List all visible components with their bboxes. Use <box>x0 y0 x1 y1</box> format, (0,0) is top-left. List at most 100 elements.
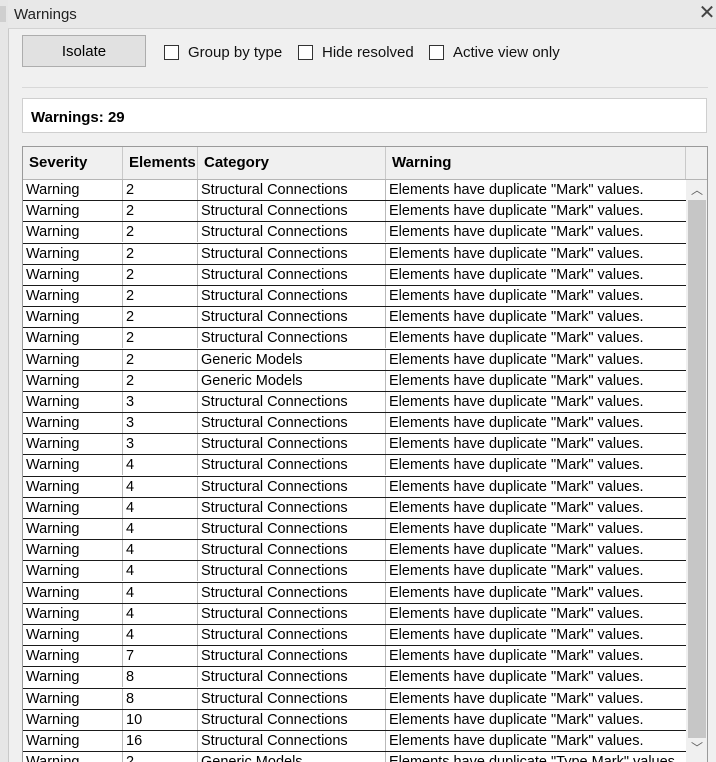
elements-cell: 4 <box>123 455 198 476</box>
column-header-severity[interactable]: Severity <box>23 147 123 179</box>
hide-resolved-checkbox[interactable]: Hide resolved <box>298 42 414 62</box>
table-row[interactable]: Warning 2 Structural Connections Elements h… <box>23 201 686 223</box>
severity-cell: Warning <box>23 603 123 624</box>
column-header-warning[interactable]: Warning <box>386 147 686 179</box>
table-row[interactable]: Warning 16 Structural Connections Elements … <box>23 730 686 753</box>
table-row[interactable]: Warning 4 Structural Connections Elements h… <box>23 540 686 562</box>
elements-cell: 8 <box>123 667 198 688</box>
severity-cell: Warning <box>23 752 123 762</box>
category-cell: Structural Connections <box>198 201 386 222</box>
category-cell: Structural Connections <box>198 497 386 518</box>
warning-cell: Elements have duplicate "Mark" values. <box>389 309 644 326</box>
scroll-down-icon[interactable]: ﹀ <box>686 738 707 758</box>
column-header-category[interactable]: Category <box>198 147 386 179</box>
left-panel-edge <box>0 0 9 762</box>
group-by-type-checkbox[interactable]: Group by type <box>164 42 282 62</box>
severity-cell: Warning <box>23 497 123 518</box>
panel-edge-handle <box>0 6 6 22</box>
category-cell: Structural Connections <box>198 624 386 645</box>
category-cell: Structural Connections <box>198 285 386 306</box>
warning-cell: Elements have duplicate "Mark" values. <box>389 245 644 262</box>
elements-cell: 4 <box>123 582 198 603</box>
elements-cell: 4 <box>123 476 198 497</box>
scrollbar-thumb[interactable] <box>688 200 706 738</box>
checkbox-icon <box>429 44 444 60</box>
category-cell: Structural Connections <box>198 667 386 688</box>
table-row[interactable]: Warning 2 Structural Connections Elements h… <box>23 264 686 286</box>
elements-cell: 2 <box>123 307 198 328</box>
table-row[interactable]: Warning 2 Structural Connections Elements h… <box>23 328 686 350</box>
severity-cell: Warning <box>23 201 123 222</box>
warning-cell: Elements have duplicate "Mark" values. <box>389 436 644 453</box>
warning-cell: Elements have duplicate "Mark" values. <box>389 415 644 432</box>
elements-cell: 7 <box>123 646 198 667</box>
warning-cell: Elements have duplicate "Mark" values. <box>389 203 644 220</box>
column-header-elements[interactable]: Elements <box>123 147 198 179</box>
table-row[interactable]: Warning 3 Structural Connections Elements h… <box>23 413 686 435</box>
severity-cell: Warning <box>23 349 123 370</box>
vertical-scrollbar[interactable]: ︿ ﹀ <box>686 180 707 762</box>
table-row[interactable]: Warning 8 Structural Connections Elements h… <box>23 688 686 710</box>
table-row[interactable]: Warning 2 Structural Connections Elements h… <box>23 180 686 202</box>
table-row[interactable]: Warning 7 Structural Connections Elements h… <box>23 646 686 668</box>
severity-cell: Warning <box>23 667 123 688</box>
elements-cell: 2 <box>123 370 198 391</box>
table-row[interactable]: Warning 4 Structural Connections Elements h… <box>23 603 686 625</box>
category-cell: Structural Connections <box>198 603 386 624</box>
table-row[interactable]: Warning 4 Structural Connections Elements h… <box>23 624 686 647</box>
category-cell: Structural Connections <box>198 391 386 412</box>
table-row[interactable]: Warning2Generic ModelsElements have dupl… <box>23 370 686 392</box>
elements-cell: 3 <box>123 413 198 434</box>
window-title: Warnings <box>14 6 77 23</box>
table-row[interactable]: Warning 3 Structural Connections Elements h… <box>23 391 686 414</box>
close-icon[interactable]: ✕ <box>698 2 716 24</box>
category-cell: Structural Connections <box>198 455 386 476</box>
severity-cell: Warning <box>23 180 123 200</box>
warning-cell: Elements have duplicate "Mark" values. <box>389 372 644 389</box>
table-row[interactable]: Warning 4 Structural Connections Elements h… <box>23 455 686 477</box>
isolate-button[interactable]: Isolate <box>22 35 146 67</box>
elements-cell: 2 <box>123 752 198 762</box>
severity-cell: Warning <box>23 709 123 730</box>
warning-cell: Elements have duplicate "Mark" values. <box>389 626 644 643</box>
table-row[interactable]: Warning2Generic ModelsElements have dupl… <box>23 752 686 762</box>
toolbar-divider <box>22 87 708 88</box>
table-row[interactable]: Warning 10 Structural Connections Elements … <box>23 709 686 731</box>
category-cell: Structural Connections <box>198 561 386 582</box>
severity-cell: Warning <box>23 540 123 561</box>
table-row[interactable]: Warning 4 Structural Connections Elements h… <box>23 561 686 583</box>
table-row[interactable]: Warning 4 Structural Connections Elements h… <box>23 476 686 498</box>
severity-cell: Warning <box>23 624 123 645</box>
elements-cell: 8 <box>123 688 198 709</box>
warning-cell: Elements have duplicate "Mark" values. <box>389 287 644 304</box>
checkbox-icon <box>298 44 313 60</box>
category-cell: Structural Connections <box>198 582 386 603</box>
table-row[interactable]: Warning 2 Structural Connections Elements h… <box>23 285 686 308</box>
category-cell: Structural Connections <box>198 180 386 200</box>
scroll-up-icon[interactable]: ︿ <box>686 180 707 200</box>
table-row[interactable]: Warning 4 Structural Connections Elements h… <box>23 519 686 541</box>
elements-cell: 10 <box>123 709 198 730</box>
warning-cell: Elements have duplicate "Mark" values. <box>389 542 644 559</box>
active-view-only-checkbox[interactable]: Active view only <box>429 42 560 62</box>
severity-cell: Warning <box>23 413 123 434</box>
warning-cell: Elements have duplicate "Mark" values. <box>389 711 644 728</box>
table-row[interactable]: Warning 8 Structural Connections Elements h… <box>23 667 686 689</box>
warning-cell: Elements have duplicate "Type Mark" valu… <box>386 752 686 762</box>
table-row[interactable]: Warning 2 Structural Connections Elements h… <box>23 307 686 329</box>
table-row[interactable]: Warning 4 Structural Connections Elements h… <box>23 582 686 604</box>
warning-cell: Elements have duplicate "Mark" values. <box>389 648 644 665</box>
category-cell: Structural Connections <box>198 730 386 751</box>
severity-cell: Warning <box>23 243 123 264</box>
elements-cell: 4 <box>123 497 198 518</box>
elements-cell: 2 <box>123 201 198 222</box>
table-row[interactable]: Warning 4 Structural Connections Elements h… <box>23 497 686 519</box>
table-row[interactable]: Warning 3 Structural Connections Elements h… <box>23 434 686 456</box>
category-cell: Structural Connections <box>198 646 386 667</box>
table-row[interactable]: Warning 2 Structural Connections Elements h… <box>23 222 686 244</box>
severity-cell: Warning <box>23 646 123 667</box>
table-row[interactable]: Warning2Generic ModelsElements have dupl… <box>23 349 686 371</box>
table-row[interactable]: Warning 2 Structural Connections Elements h… <box>23 243 686 265</box>
severity-cell: Warning <box>23 391 123 412</box>
severity-cell: Warning <box>23 370 123 391</box>
